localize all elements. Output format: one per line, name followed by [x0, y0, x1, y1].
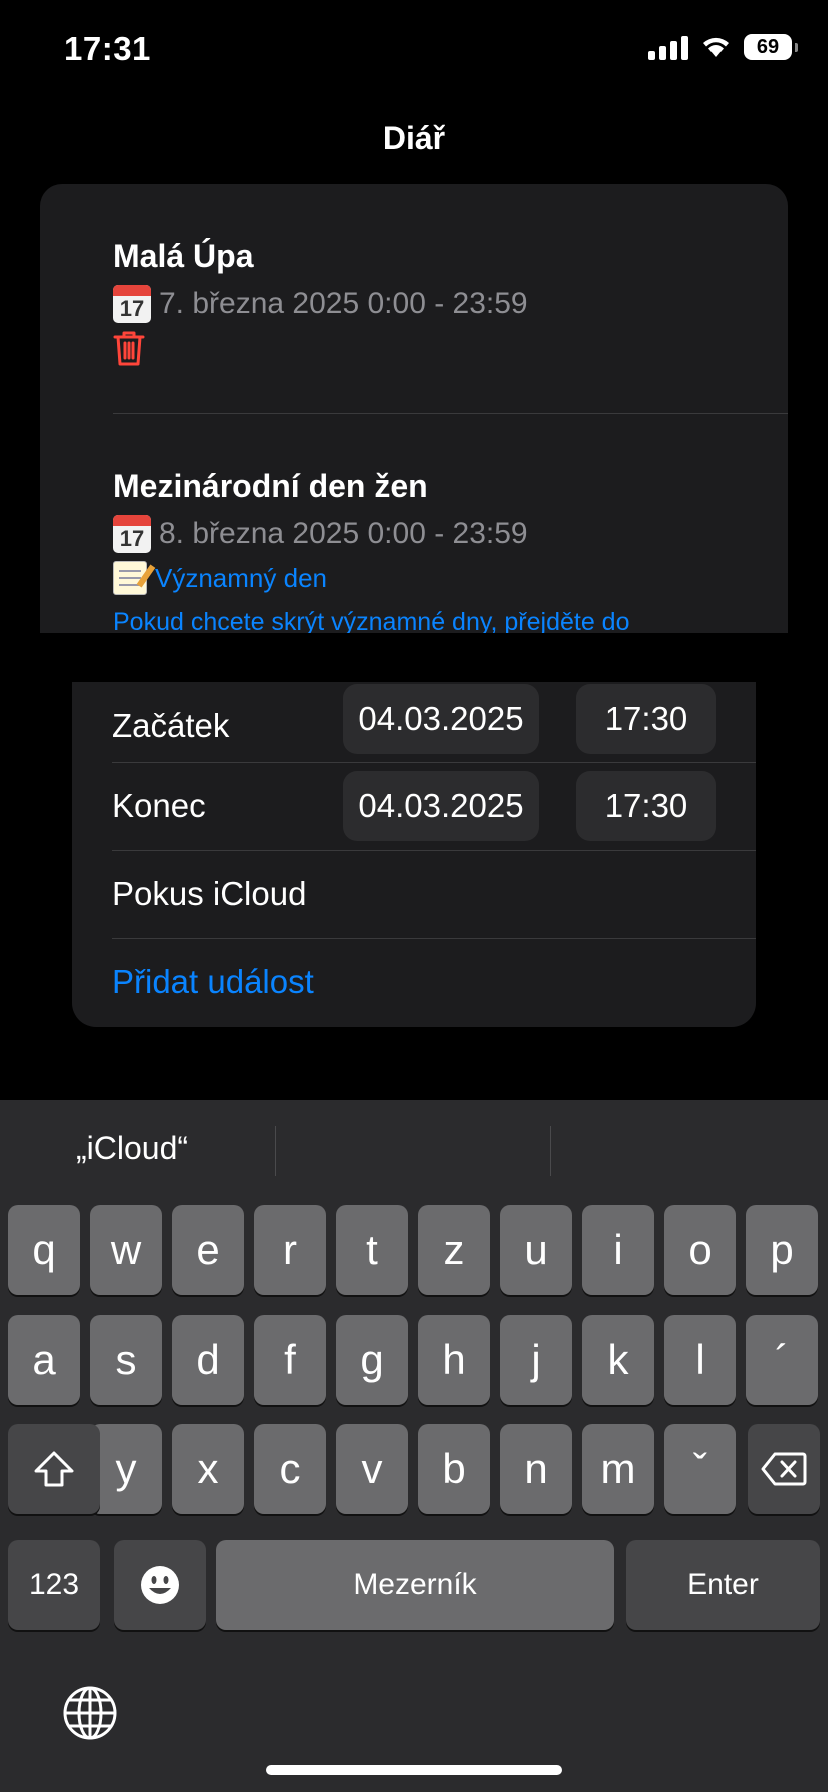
- wifi-icon: [703, 37, 729, 57]
- key-r3-6[interactable]: m: [582, 1424, 654, 1514]
- event-title-input[interactable]: Pokus iCloud: [112, 850, 756, 938]
- page-title: Diář: [382, 120, 446, 156]
- key-r1-5[interactable]: z: [418, 1205, 490, 1295]
- event-title: Mezinárodní den žen: [113, 468, 428, 504]
- start-label: Začátek: [112, 707, 230, 744]
- key-r3-5[interactable]: n: [500, 1424, 572, 1514]
- key-r3-1[interactable]: x: [172, 1424, 244, 1514]
- trash-icon[interactable]: [113, 329, 145, 367]
- event-item[interactable]: Mezinárodní den žen 17 8. března 2025 0:…: [113, 468, 788, 633]
- cellular-signal-icon: [648, 34, 688, 60]
- event-item[interactable]: Malá Úpa 17 7. března 2025 0:00 - 23:59: [113, 238, 788, 372]
- event-title-value: Pokus iCloud: [112, 875, 307, 912]
- backspace-icon: [761, 1452, 807, 1486]
- end-time-picker[interactable]: 17:30: [576, 771, 716, 841]
- key-r1-6[interactable]: u: [500, 1205, 572, 1295]
- start-time-picker[interactable]: 17:30: [576, 684, 716, 754]
- key-r1-3[interactable]: r: [254, 1205, 326, 1295]
- event-note[interactable]: Pokud chcete skrýt významné dny, přejdět…: [113, 605, 788, 633]
- key-r1-7[interactable]: i: [582, 1205, 654, 1295]
- key-r2-6[interactable]: j: [500, 1315, 572, 1405]
- divider: [113, 413, 788, 414]
- status-icons: 69: [648, 34, 798, 60]
- key-r3-3[interactable]: v: [336, 1424, 408, 1514]
- calendar-icon: 17: [113, 515, 151, 553]
- emoji-key[interactable]: [114, 1540, 206, 1630]
- shift-icon: [34, 1451, 74, 1487]
- key-r2-0[interactable]: a: [8, 1315, 80, 1405]
- delete-key[interactable]: [748, 1424, 820, 1514]
- suggestion-item[interactable]: „iCloud“: [76, 1130, 188, 1167]
- keyboard: „iCloud“ qwertzuiop a s d f g h j k l ´ yxcvbnmˇ …: [0, 1100, 828, 1792]
- end-date-picker[interactable]: 04.03.2025: [343, 771, 539, 841]
- status-time: 17:31: [64, 30, 151, 67]
- event-date: 8. března 2025 0:00 - 23:59: [159, 517, 528, 550]
- event-date: 7. března 2025 0:00 - 23:59: [159, 287, 528, 320]
- events-list: Malá Úpa 17 7. března 2025 0:00 - 23:59 …: [40, 184, 788, 633]
- status-bar: 17:31 69: [0, 0, 828, 100]
- memo-icon: [113, 561, 147, 595]
- globe-icon[interactable]: [62, 1685, 118, 1741]
- key-r2-1[interactable]: s: [90, 1315, 162, 1405]
- space-key[interactable]: Mezerník: [216, 1540, 614, 1630]
- key-r2-2[interactable]: d: [172, 1315, 244, 1405]
- key-r3-7[interactable]: ˇ: [664, 1424, 736, 1514]
- key-r2-9[interactable]: ´: [746, 1315, 818, 1405]
- start-date-picker[interactable]: 04.03.2025: [343, 684, 539, 754]
- emoji-icon: [141, 1566, 179, 1604]
- key-r3-4[interactable]: b: [418, 1424, 490, 1514]
- enter-key[interactable]: Enter: [626, 1540, 820, 1630]
- event-category: Významný den: [155, 562, 327, 593]
- battery-level: 69: [756, 35, 780, 58]
- battery-icon: 69: [744, 34, 798, 60]
- calendar-icon: 17: [113, 285, 151, 323]
- add-event-button[interactable]: Přidat událost: [112, 938, 756, 1026]
- add-event-form: Začátek 04.03.2025 17:30 Konec 04.03.202…: [72, 682, 756, 1027]
- suggestion-bar: „iCloud“: [0, 1100, 828, 1200]
- key-r3-2[interactable]: c: [254, 1424, 326, 1514]
- key-r2-3[interactable]: f: [254, 1315, 326, 1405]
- home-indicator[interactable]: [266, 1765, 562, 1775]
- key-r2-5[interactable]: h: [418, 1315, 490, 1405]
- key-r3-0[interactable]: y: [90, 1424, 162, 1514]
- key-r2-8[interactable]: l: [664, 1315, 736, 1405]
- numbers-key[interactable]: 123: [8, 1540, 100, 1630]
- key-r1-1[interactable]: w: [90, 1205, 162, 1295]
- key-r1-2[interactable]: e: [172, 1205, 244, 1295]
- key-r2-7[interactable]: k: [582, 1315, 654, 1405]
- key-r2-4[interactable]: g: [336, 1315, 408, 1405]
- event-title: Malá Úpa: [113, 238, 254, 274]
- add-event-label: Přidat událost: [112, 963, 314, 1000]
- shift-key[interactable]: [8, 1424, 100, 1514]
- key-r1-0[interactable]: q: [8, 1205, 80, 1295]
- end-label: Konec: [112, 787, 206, 824]
- key-r1-8[interactable]: o: [664, 1205, 736, 1295]
- key-r1-9[interactable]: p: [746, 1205, 818, 1295]
- key-r1-4[interactable]: t: [336, 1205, 408, 1295]
